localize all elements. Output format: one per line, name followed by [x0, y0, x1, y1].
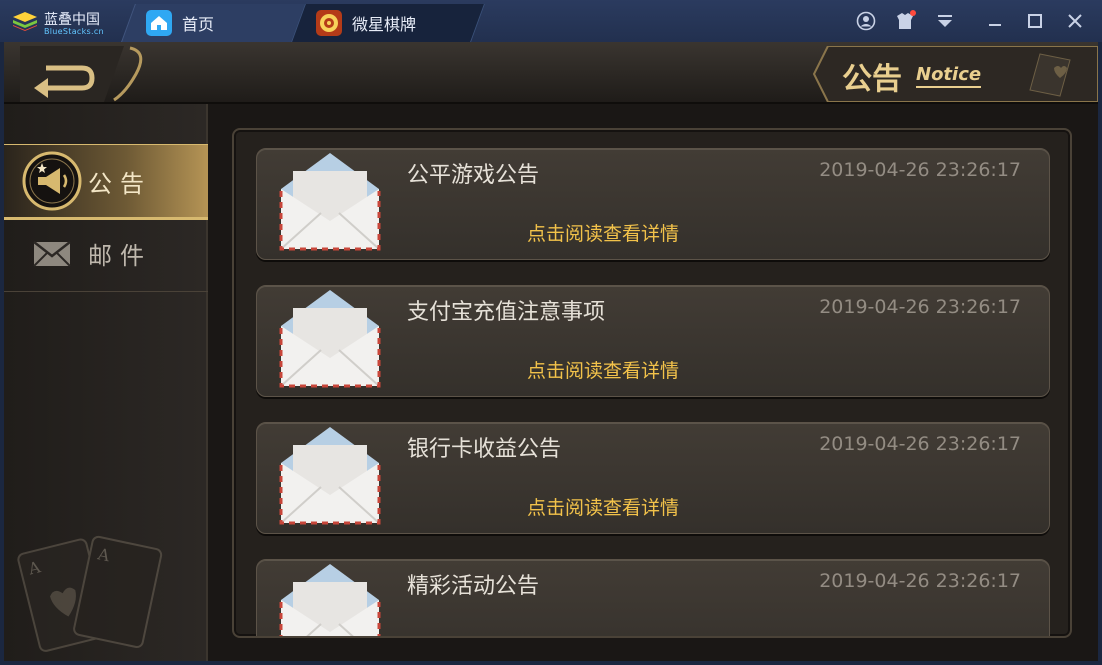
notice-title: 公平游戏公告 — [407, 163, 540, 188]
minimize-icon[interactable] — [983, 9, 1007, 33]
sidebar-item-notice[interactable]: 公告 — [4, 144, 208, 220]
brand-name-en: BlueStacks.cn — [44, 27, 104, 36]
brand-name-cn: 蓝叠中国 — [44, 12, 100, 28]
back-button[interactable] — [12, 46, 162, 102]
envelope-icon — [279, 427, 381, 525]
envelope-icon — [279, 153, 381, 251]
account-icon[interactable] — [854, 9, 878, 33]
sidebar-item-label: 公告 — [88, 169, 152, 198]
notice-row[interactable]: 支付宝充值注意事项 2019-04-26 23:26:17 点击阅读查看详情 — [256, 285, 1050, 397]
tab-game[interactable]: 微星棋牌 — [298, 4, 478, 42]
maximize-icon[interactable] — [1023, 9, 1047, 33]
page-title-en: Notice — [916, 64, 982, 88]
emulator-titlebar: 蓝叠中国 BlueStacks.cn 首页 微星棋牌 — [0, 0, 1102, 42]
megaphone-icon — [22, 151, 82, 211]
bluestacks-brand: 蓝叠中国 BlueStacks.cn — [8, 5, 128, 37]
tab-home-label: 首页 — [182, 15, 215, 34]
close-icon[interactable] — [1063, 9, 1087, 33]
menu-dropdown-icon[interactable] — [933, 9, 957, 33]
home-icon — [146, 10, 172, 36]
notice-list-panel: 公平游戏公告 2019-04-26 23:26:17 点击阅读查看详情 支付宝充… — [232, 128, 1072, 638]
mail-icon — [22, 224, 82, 284]
tab-game-label: 微星棋牌 — [352, 15, 417, 34]
envelope-icon — [279, 564, 381, 636]
game-header: 公告 Notice — [4, 42, 1098, 104]
notice-title: 精彩活动公告 — [407, 574, 540, 599]
playing-cards-decoration-icon: A A — [17, 535, 163, 652]
sidebar: 公告 邮件 A A — [4, 104, 208, 661]
notice-read-link[interactable]: 点击阅读查看详情 — [527, 219, 679, 246]
back-arrow-icon — [20, 46, 143, 102]
notice-row[interactable]: 银行卡收益公告 2019-04-26 23:26:17 点击阅读查看详情 — [256, 422, 1050, 534]
notice-timestamp: 2019-04-26 23:26:17 — [819, 433, 1021, 455]
notice-read-link[interactable]: 点击阅读查看详情 — [527, 356, 679, 383]
bluestacks-logo-icon — [13, 12, 37, 31]
page-title: 公告 — [842, 62, 902, 97]
tab-home[interactable]: 首页 — [128, 4, 304, 42]
game-viewport: 公告 Notice 公告 邮件 A A 公平游戏公告 2019-04-26 23… — [4, 42, 1098, 661]
notice-row[interactable]: 公平游戏公告 2019-04-26 23:26:17 点击阅读查看详情 — [256, 148, 1050, 260]
game-app-icon — [316, 10, 342, 36]
notice-read-link[interactable]: 点击阅读查看详情 — [527, 493, 679, 520]
notice-title-plate: 公告 Notice — [808, 46, 1098, 102]
envelope-icon — [279, 290, 381, 388]
notice-title: 银行卡收益公告 — [407, 437, 562, 462]
notice-timestamp: 2019-04-26 23:26:17 — [819, 159, 1021, 181]
gift-icon[interactable] — [893, 9, 917, 33]
notice-timestamp: 2019-04-26 23:26:17 — [819, 296, 1021, 318]
notice-row[interactable]: 精彩活动公告 2019-04-26 23:26:17 — [256, 559, 1050, 636]
notice-title: 支付宝充值注意事项 — [407, 300, 606, 325]
sidebar-item-label: 邮件 — [88, 242, 152, 270]
sidebar-item-mail[interactable]: 邮件 — [4, 216, 208, 292]
notice-timestamp: 2019-04-26 23:26:17 — [819, 570, 1021, 592]
